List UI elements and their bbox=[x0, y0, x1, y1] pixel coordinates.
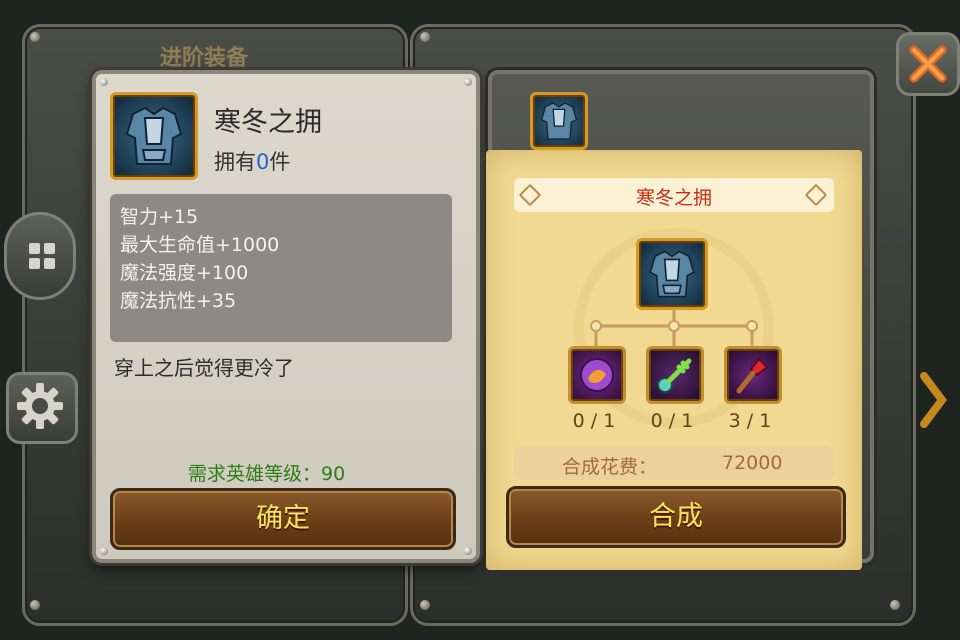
stat-line: 魔法抗性+35 bbox=[120, 290, 237, 312]
close-icon bbox=[909, 45, 947, 83]
armor-icon bbox=[125, 106, 183, 165]
background-header: 进阶装备 bbox=[160, 46, 249, 71]
grid-icon bbox=[29, 243, 55, 269]
material-count: 3 / 1 bbox=[728, 410, 772, 432]
craft-cost-bar: 合成花费： 72000 bbox=[514, 446, 834, 480]
armor-icon bbox=[649, 250, 695, 298]
recipe-name-bar: 寒冬之拥 bbox=[514, 178, 834, 212]
result-item-icon[interactable] bbox=[636, 238, 708, 310]
rivet bbox=[464, 547, 472, 555]
purple-orb-icon bbox=[580, 358, 614, 392]
craft-button[interactable]: 合成 bbox=[506, 486, 846, 548]
material-slot[interactable] bbox=[724, 346, 782, 404]
material-slot[interactable] bbox=[646, 346, 704, 404]
owned-count: 0 bbox=[256, 150, 270, 174]
owned-prefix: 拥有 bbox=[214, 150, 256, 174]
item-description: 穿上之后觉得更冷了 bbox=[114, 356, 294, 380]
close-button[interactable] bbox=[896, 32, 960, 96]
owned-count-row: 拥有0件 bbox=[214, 146, 290, 176]
rivet bbox=[890, 600, 900, 610]
rivet bbox=[100, 547, 108, 555]
rivet bbox=[420, 600, 430, 610]
recipe-parchment: 寒冬之拥 0 / 1 0 / 1 3 / 1 合成花费： 72000 合成 bbox=[486, 150, 862, 570]
owned-suffix: 件 bbox=[269, 150, 291, 174]
required-level: 需求英雄等级：90 bbox=[188, 463, 346, 485]
confirm-button[interactable]: 确定 bbox=[110, 488, 456, 550]
craft-cost-label: 合成花费： bbox=[562, 456, 658, 478]
item-info-panel: 寒冬之拥 拥有0件 智力+15 最大生命值+1000 魔法强度+100 魔法抗性… bbox=[92, 70, 480, 563]
green-key-icon bbox=[657, 358, 692, 393]
stat-line: 智力+15 bbox=[120, 206, 199, 228]
item-icon bbox=[110, 92, 198, 180]
stat-line: 最大生命值+1000 bbox=[120, 234, 280, 256]
material-count: 0 / 1 bbox=[650, 410, 694, 432]
armor-icon bbox=[540, 102, 578, 140]
item-name: 寒冬之拥 bbox=[214, 107, 322, 138]
craft-cost-value: 72000 bbox=[722, 452, 783, 474]
stat-line: 魔法强度+100 bbox=[120, 262, 249, 284]
rivet bbox=[30, 32, 40, 42]
stats-box: 智力+15 最大生命值+1000 魔法强度+100 魔法抗性+35 bbox=[110, 194, 452, 342]
grid-menu-button[interactable] bbox=[4, 212, 76, 300]
rivet bbox=[464, 78, 472, 86]
gear-icon bbox=[17, 383, 63, 429]
rivet bbox=[420, 32, 430, 42]
material-slot[interactable] bbox=[568, 346, 626, 404]
settings-button[interactable] bbox=[6, 372, 78, 444]
recipe-name: 寒冬之拥 bbox=[635, 187, 712, 209]
material-count: 0 / 1 bbox=[572, 410, 616, 432]
rivet bbox=[30, 600, 40, 610]
red-gem-staff-icon bbox=[736, 357, 769, 394]
selected-item-tab[interactable] bbox=[530, 92, 588, 150]
rivet bbox=[100, 78, 108, 86]
next-arrow-icon[interactable] bbox=[918, 370, 948, 430]
